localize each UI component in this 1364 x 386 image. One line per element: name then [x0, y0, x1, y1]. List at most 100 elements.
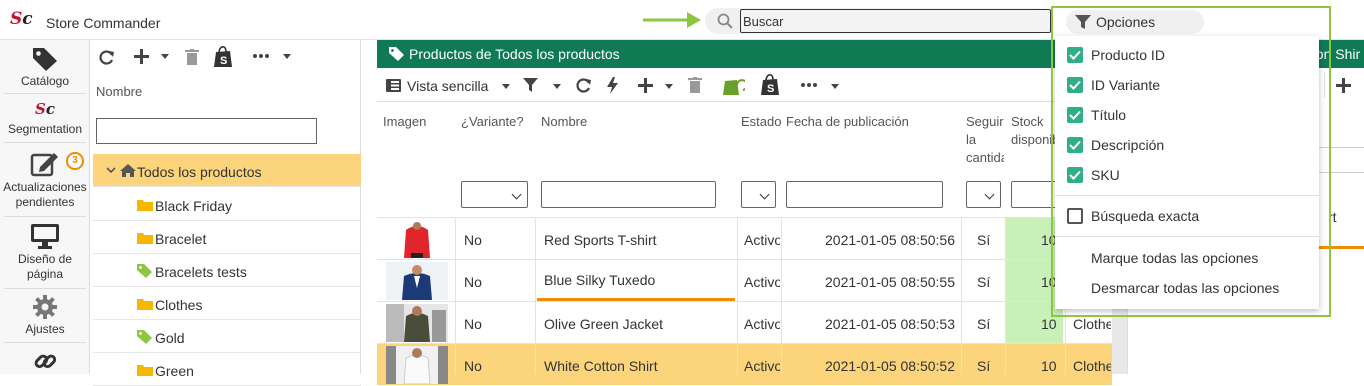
- status-filter-select[interactable]: [741, 181, 776, 208]
- track-cell: Sí: [977, 274, 991, 290]
- options-button[interactable]: Opciones: [1066, 10, 1204, 34]
- tree-item-green[interactable]: Green: [93, 353, 361, 386]
- divider: [4, 142, 86, 143]
- checkbox-checked-icon[interactable]: [1067, 107, 1083, 123]
- divider: [4, 288, 86, 289]
- checkbox-checked-icon[interactable]: [1067, 47, 1083, 63]
- toolbar-divider: [1324, 72, 1325, 98]
- chevron-down-icon[interactable]: [161, 54, 169, 59]
- chevron-down-icon[interactable]: [665, 84, 673, 89]
- status-cell: Activo: [744, 358, 780, 374]
- tree-item-label: Todos los productos: [137, 164, 262, 180]
- chevron-down-icon[interactable]: [831, 84, 839, 89]
- add-icon[interactable]: [1336, 78, 1351, 93]
- category-filter-input[interactable]: [96, 118, 317, 144]
- tag-icon: [389, 47, 404, 61]
- option-label: Descripción: [1091, 137, 1165, 153]
- chevron-down-icon[interactable]: [283, 54, 291, 59]
- name-cell: White Cotton Shirt: [544, 358, 658, 374]
- table-row[interactable]: No Blue Silky Tuxedo Activo 2021-01-05 0…: [377, 259, 1112, 301]
- refresh-icon[interactable]: [575, 77, 592, 94]
- lightning-icon[interactable]: [607, 77, 618, 94]
- filter-icon[interactable]: [523, 78, 538, 93]
- nav-label: Diseño de página: [17, 252, 73, 281]
- nav-item-settings[interactable]: Ajustes: [0, 294, 90, 337]
- nav-label: Actualizaciones pendientes: [3, 180, 87, 209]
- divider: [1318, 147, 1364, 148]
- table-row[interactable]: No Red Sports T-shirt Activo 2021-01-05 …: [377, 217, 1112, 259]
- product-thumbnail: [386, 346, 448, 384]
- option-label: Producto ID: [1091, 47, 1165, 63]
- more-icon[interactable]: [801, 83, 817, 87]
- link-icon: [34, 354, 57, 369]
- column-header-publish-date[interactable]: Fecha de publicación: [786, 113, 909, 131]
- view-selector[interactable]: Vista sencilla: [407, 78, 488, 94]
- tree-item-all-products[interactable]: Todos los productos: [93, 154, 361, 187]
- column-header-image[interactable]: Imagen: [383, 113, 426, 131]
- nav-item-links[interactable]: [0, 348, 90, 376]
- uncheck-all-options-link[interactable]: Desmarcar todas las opciones: [1091, 280, 1279, 296]
- products-panel-title: Productos de Todos los productos: [409, 46, 620, 62]
- tree-item-label: Green: [155, 363, 194, 379]
- more-icon[interactable]: [253, 54, 269, 58]
- app-title: Store Commander: [46, 15, 161, 31]
- name-cell: Red Sports T-shirt: [544, 232, 657, 248]
- monitor-icon: [31, 224, 59, 249]
- folder-icon: [137, 299, 153, 310]
- nav-item-catalog[interactable]: Catálogo: [0, 46, 90, 89]
- check-all-options-link[interactable]: Marque todas las opciones: [1091, 250, 1258, 266]
- add-icon[interactable]: [134, 49, 149, 64]
- nav-item-segmentation[interactable]: Sc Segmentation: [0, 102, 90, 137]
- trash-icon[interactable]: [185, 49, 199, 65]
- add-icon[interactable]: [638, 78, 653, 93]
- tree-item-gold[interactable]: Gold: [93, 320, 361, 353]
- home-icon: [120, 164, 136, 177]
- chevron-down-icon[interactable]: [502, 84, 510, 89]
- name-filter-input[interactable]: [541, 181, 716, 208]
- tree-item-black-friday[interactable]: Black Friday: [93, 188, 361, 221]
- checkbox-checked-icon[interactable]: [1067, 137, 1083, 153]
- nav-item-page-design[interactable]: Diseño de página: [0, 222, 90, 282]
- shopify-sync-icon[interactable]: [723, 75, 745, 95]
- column-divider: [1005, 217, 1006, 374]
- option-label: Búsqueda exacta: [1091, 208, 1200, 224]
- variant-filter-select[interactable]: [461, 181, 528, 208]
- tree-item-clothes[interactable]: Clothes: [93, 287, 361, 320]
- column-header-name[interactable]: Nombre: [541, 113, 587, 131]
- chevron-down-icon[interactable]: [553, 84, 561, 89]
- tree-item-bracelet[interactable]: Bracelet: [93, 221, 361, 254]
- trash-icon[interactable]: [688, 77, 702, 93]
- stock-filter-input[interactable]: [1011, 181, 1061, 208]
- table-row[interactable]: No Olive Green Jacket Activo 2021-01-05 …: [377, 301, 1112, 343]
- column-header-stock[interactable]: Stock disponible: [1011, 113, 1057, 149]
- stock-cell: 10: [1041, 316, 1057, 332]
- tree-item-bracelets-tests[interactable]: Bracelets tests: [93, 254, 361, 287]
- track-filter-select[interactable]: [966, 181, 1001, 208]
- column-divider: [535, 217, 536, 374]
- column-header-status[interactable]: Estado: [741, 113, 781, 131]
- date-filter-input[interactable]: [786, 181, 943, 208]
- category-panel: S Nombre Todos los productos Black Frida…: [91, 40, 361, 386]
- divider: [4, 93, 86, 94]
- checkbox-unchecked-icon[interactable]: [1067, 208, 1083, 224]
- left-navigation: Catálogo Sc Segmentation Actualizaciones…: [0, 40, 90, 374]
- checkbox-checked-icon[interactable]: [1067, 77, 1083, 93]
- products-panel-header: Productos de Todos los productos: [377, 40, 1127, 68]
- top-bar: Sc Store Commander Opciones: [0, 0, 1364, 40]
- pending-count-badge: 3: [66, 152, 84, 170]
- column-header-variant[interactable]: ¿Variante?: [461, 113, 524, 131]
- gear-icon: [33, 295, 57, 319]
- table-row[interactable]: No White Cotton Shirt Activo 2021-01-05 …: [377, 343, 1112, 385]
- checkbox-checked-icon[interactable]: [1067, 167, 1083, 183]
- refresh-icon[interactable]: [98, 49, 115, 66]
- shopping-bag-icon[interactable]: S: [761, 74, 779, 95]
- shopping-bag-icon[interactable]: S: [214, 46, 232, 67]
- column-header-track-quantity[interactable]: Seguir la cantidad: [966, 113, 1004, 167]
- search-input[interactable]: [740, 9, 1051, 33]
- chevron-down-icon[interactable]: [106, 167, 116, 174]
- date-cell: 2021-01-05 08:50:55: [825, 274, 955, 290]
- folder-icon: [137, 200, 153, 211]
- tree-item-label: Bracelet: [155, 231, 207, 247]
- list-icon: [386, 79, 401, 92]
- nav-item-pending-updates[interactable]: Actualizaciones pendientes 3: [0, 150, 90, 210]
